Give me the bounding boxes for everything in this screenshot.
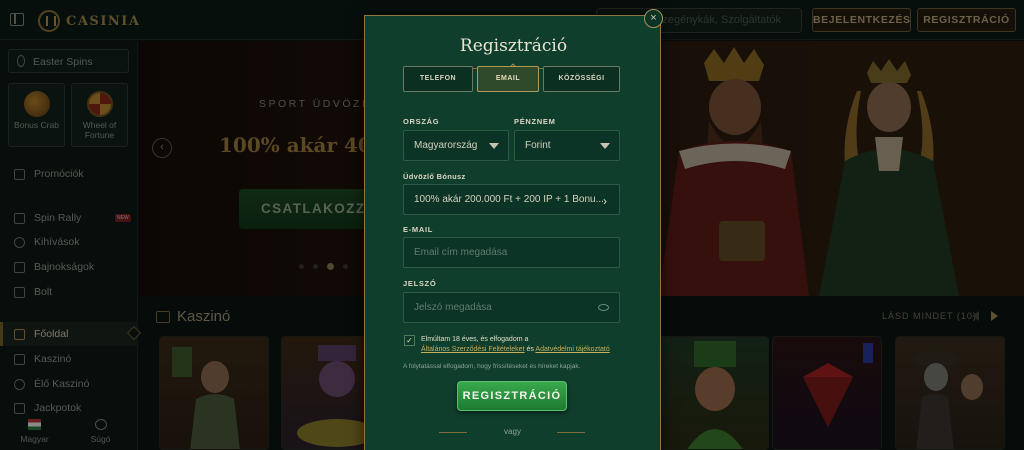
page: CASINIA Szegénykák, Szolgáltatók BEJELEN… [0, 0, 1024, 450]
email-label: E-MAIL [403, 225, 434, 234]
terms-checkbox[interactable]: ✓ [404, 335, 415, 346]
consent-text: A folytatással elfogadom, hogy frissítés… [403, 363, 581, 370]
tab-phone[interactable]: TELEFON [403, 66, 473, 92]
bonus-label: Üdvözlő Bónusz [403, 172, 466, 181]
privacy-link[interactable]: Adatvédelmi tájékoztató [535, 346, 609, 353]
submit-registration-button[interactable]: REGISZTRÁCIÓ [457, 381, 567, 411]
currency-label: PÉNZNEM [514, 117, 556, 126]
modal-title: Regisztráció [459, 36, 568, 56]
password-placeholder: Jelszó megadása [414, 302, 492, 313]
terms-and: és [526, 346, 534, 353]
tab-social[interactable]: KÖZÖSSÉGI [543, 66, 620, 92]
close-button[interactable]: × [644, 9, 663, 28]
terms-text: Elmúltam 18 éves, és elfogadom a Általán… [421, 335, 631, 355]
terms-link[interactable]: Általános Szerződési Feltételeket [421, 346, 525, 353]
tab-email[interactable]: EMAIL [477, 66, 539, 92]
country-value: Magyarország [414, 140, 478, 151]
terms-prefix: Elmúltam 18 éves, és elfogadom a [421, 336, 529, 343]
country-label: ORSZÁG [403, 117, 440, 126]
currency-select[interactable]: Forint [514, 130, 620, 161]
password-field[interactable]: Jelszó megadása [403, 292, 620, 323]
country-select[interactable]: Magyarország [403, 130, 509, 161]
or-divider-text: vagy [504, 427, 521, 436]
chevron-down-icon [600, 143, 610, 149]
password-label: JELSZÓ [403, 279, 437, 288]
eye-icon[interactable] [598, 304, 609, 311]
currency-value: Forint [525, 140, 551, 151]
chevron-right-icon: › [603, 194, 607, 208]
divider-right [557, 432, 585, 433]
chevron-down-icon [489, 143, 499, 149]
email-field[interactable]: Email cím megadása [403, 237, 620, 268]
bonus-select[interactable]: 100% akár 200.000 Ft + 200 IP + 1 Bonu..… [403, 184, 620, 215]
bonus-value: 100% akár 200.000 Ft + 200 IP + 1 Bonu..… [414, 194, 604, 205]
